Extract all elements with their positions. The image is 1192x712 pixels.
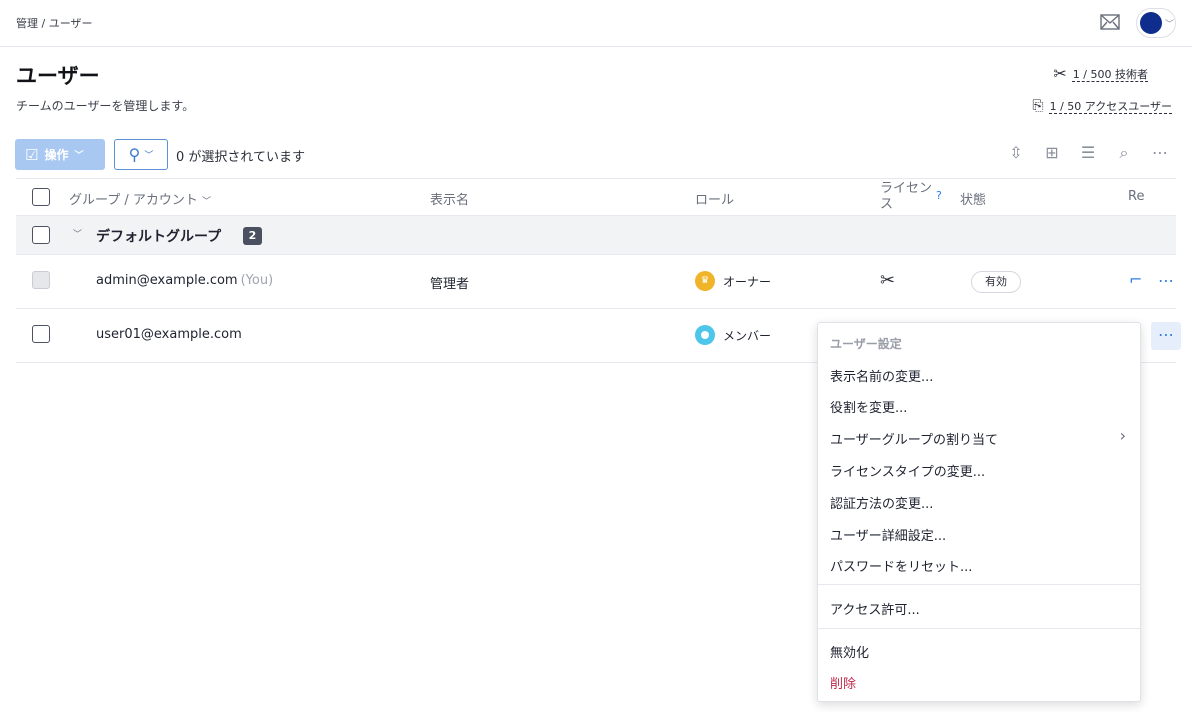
help-icon[interactable]: ? (936, 189, 942, 202)
table-tools: ⇳ ⊞ ☰ ⌕ ⋯ (1006, 143, 1170, 163)
tools-icon: ✂ (880, 270, 896, 291)
menu-item-change-license-type[interactable]: ライセンスタイプの変更... (830, 461, 985, 480)
screen-share-icon: ⎘ (1032, 98, 1044, 114)
technician-license-stat[interactable]: ✂ 1 / 500 技術者 (1053, 64, 1148, 83)
menu-item-disable[interactable]: 無効化 (830, 642, 869, 661)
chevron-down-icon[interactable]: ﹀ (73, 227, 82, 240)
selection-count: 0 が選択されています (176, 150, 306, 165)
user-settings-menu: ユーザー設定 表示名前の変更... 役割を変更... ユーザーグループの割り当て… (817, 322, 1141, 702)
page-subtitle: チームのユーザーを管理します。 (16, 99, 195, 113)
header-group-account[interactable]: グループ / アカウント ﹀ (69, 189, 211, 208)
group-checkbox[interactable] (32, 226, 50, 244)
collapse-rows-icon[interactable]: ⇳ (1006, 143, 1026, 163)
menu-item-user-advanced-settings[interactable]: ユーザー詳細設定... (830, 525, 946, 544)
menu-divider (818, 628, 1140, 629)
filter-icon[interactable]: ☰ (1078, 143, 1098, 163)
chevron-down-icon: ﹀ (144, 151, 154, 161)
avatar (1140, 12, 1162, 34)
chevron-down-icon: ﹀ (1165, 20, 1175, 30)
columns-icon[interactable]: ⊞ (1042, 143, 1062, 163)
remote-access-icon[interactable]: ⌐ (1129, 270, 1142, 289)
select-all-checkbox[interactable] (32, 188, 50, 206)
header-role[interactable]: ロール (695, 189, 734, 208)
menu-item-access-permission[interactable]: アクセス許可... (830, 599, 920, 618)
group-name: デフォルトグループ (96, 229, 222, 245)
row-more-button[interactable]: ⋯ (1151, 268, 1181, 296)
more-options-icon[interactable]: ⋯ (1150, 143, 1170, 163)
header-license[interactable]: ライセンス (880, 181, 940, 213)
row-email: user01@example.com (96, 327, 242, 342)
role-label: メンバー (723, 328, 772, 343)
account-menu-button[interactable]: ﹀ (1136, 8, 1176, 38)
menu-header: ユーザー設定 (830, 337, 902, 351)
table-row[interactable]: admin@example.com (You) 管理者 ♛ オーナー ✂ 有効 ⌐… (16, 255, 1176, 309)
chevron-down-icon: ﹀ (74, 151, 84, 161)
row-role: メンバー (695, 325, 771, 345)
add-user-icon: ⚲ (128, 145, 141, 164)
menu-item-change-display-name[interactable]: 表示名前の変更... (830, 366, 933, 385)
group-count-badge: 2 (243, 227, 262, 245)
menu-item-change-auth-method[interactable]: 認証方法の変更... (830, 493, 933, 512)
tools-icon: ✂ (1053, 64, 1067, 83)
row-role: ♛ オーナー (695, 271, 771, 291)
row-more-button[interactable]: ⋯ (1151, 322, 1181, 350)
add-user-button[interactable]: ⚲ ﹀ (114, 139, 168, 170)
chevron-down-icon: ﹀ (202, 197, 212, 207)
page-title: ユーザー (16, 64, 100, 88)
header-remote[interactable]: Re (1128, 189, 1144, 204)
operations-button[interactable]: ☑ 操作 ﹀ (15, 139, 105, 170)
group-row[interactable]: ﹀ デフォルトグループ 2 (16, 216, 1176, 255)
mail-icon[interactable] (1100, 14, 1120, 30)
checkbox-stack-icon: ☑ (25, 145, 39, 164)
role-label: オーナー (723, 274, 772, 289)
row-checkbox[interactable] (32, 325, 50, 343)
row-email: admin@example.com (You) (96, 273, 274, 288)
search-icon[interactable]: ⌕ (1114, 143, 1134, 163)
menu-item-delete[interactable]: 削除 (830, 673, 856, 692)
top-bar: 管理 / ユーザー ﹀ (0, 0, 1192, 47)
status-badge: 有効 (971, 271, 1021, 293)
chevron-right-icon: › (1119, 426, 1126, 445)
row-checkbox (32, 271, 50, 289)
menu-divider (818, 584, 1140, 585)
header-group-account-label: グループ / アカウント (69, 193, 198, 208)
table-header: グループ / アカウント ﹀ 表示名 ロール ライセンス ? 状態 Re (16, 178, 1176, 216)
header-status[interactable]: 状態 (960, 189, 986, 208)
member-icon (695, 325, 715, 345)
access-user-count: 1 / 50 アクセスユーザー (1049, 100, 1172, 113)
access-user-stat[interactable]: ⎘ 1 / 50 アクセスユーザー (1032, 98, 1172, 114)
menu-item-reset-password[interactable]: パスワードをリセット... (830, 556, 972, 575)
breadcrumb[interactable]: 管理 / ユーザー (16, 15, 92, 31)
row-display-name: 管理者 (430, 277, 470, 292)
operations-label: 操作 (44, 148, 69, 162)
menu-item-change-role[interactable]: 役割を変更... (830, 397, 907, 416)
menu-item-assign-user-group[interactable]: ユーザーグループの割り当て (830, 429, 998, 448)
technician-count: 1 / 500 技術者 (1072, 67, 1148, 81)
header-display-name[interactable]: 表示名 (430, 189, 469, 208)
crown-icon: ♛ (695, 271, 715, 291)
